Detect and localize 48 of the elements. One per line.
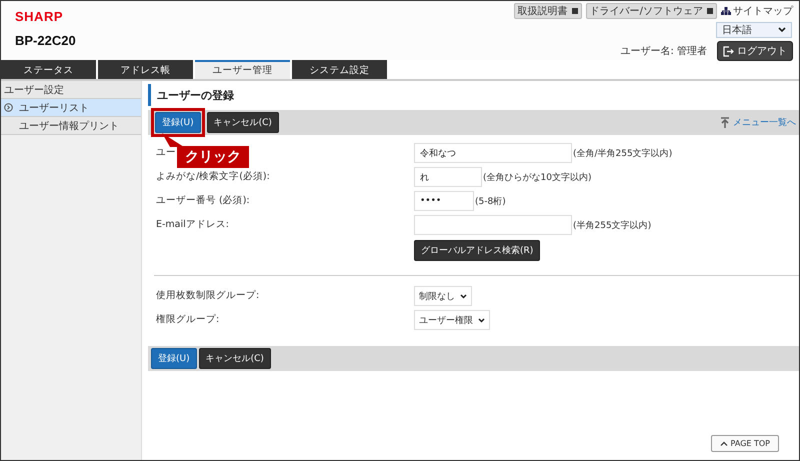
register-button[interactable]: 登録(U) [155,112,201,133]
input-field[interactable] [414,215,572,235]
register-button[interactable]: 登録(U) [151,348,197,369]
input-field[interactable]: •••• [414,191,474,211]
sitemap-link[interactable]: サイトマップ [721,4,793,18]
cancel-button[interactable]: キャンセル(C) [206,112,279,133]
field-hint: (半角255文字以内) [573,220,652,232]
caret-up-icon [720,441,728,446]
sidebar-heading: ユーザー設定 [1,81,141,99]
chevron-icon [778,27,786,33]
menu-list-link[interactable]: メニュー一覧へ [720,116,796,129]
chevron-icon [478,318,485,322]
user-name: ユーザー名: 管理者 [620,44,707,58]
cancel-button[interactable]: キャンセル(C) [198,348,271,369]
dropdown[interactable]: ユーザー権限 [414,310,490,330]
field-hint: (全角/半角255文字以内) [573,148,672,160]
page-top-button[interactable]: PAGE TOP [710,435,779,452]
manual-link[interactable]: 取扱説明書 [514,3,582,19]
dropdown[interactable]: 制限なし [414,286,472,306]
callout: クリック [177,146,249,168]
sitemap-icon [721,6,731,16]
field-label: ユー [156,147,176,158]
back-arrow-icon [720,116,732,128]
nav-tab[interactable]: ユーザー管理 [195,60,290,79]
global-address-search-button[interactable]: グローバルアドレス検索(R) [414,240,540,261]
nav-tab[interactable]: ステータス [1,60,96,79]
nav-tab[interactable]: アドレス帳 [98,60,193,79]
arrow-circle-icon [4,103,13,112]
page-title: ユーザーの登録 [148,84,799,106]
sidebar-item[interactable]: ユーザー情報プリント [1,117,141,135]
field-label: ユーザー番号 (必須): [156,195,250,206]
logout-button[interactable]: ログアウト [717,41,793,61]
language-select[interactable]: 日本語 [716,22,792,38]
manual-link[interactable]: ドライバー/ソフトウェア [586,3,717,19]
model-name: BP-22C20 [15,33,76,48]
field-label: 権限グループ: [156,314,220,325]
input-field[interactable]: 令和なつ [414,143,572,163]
field-label: E-mailアドレス: [156,219,229,230]
field-hint: (5-8桁) [475,196,506,208]
field-label: よみがな/検索文字(必須): [156,171,270,182]
sidebar-item[interactable]: ユーザーリスト [1,99,141,117]
nav-tab[interactable]: システム設定 [292,60,387,79]
input-field[interactable]: れ [414,167,482,187]
field-label: 使用枚数制限グループ: [156,290,260,301]
chevron-icon [460,294,467,298]
logout-icon [723,46,734,56]
logo: SHARP [15,9,64,24]
field-hint: (全角ひらがな10文字以内) [483,172,592,184]
